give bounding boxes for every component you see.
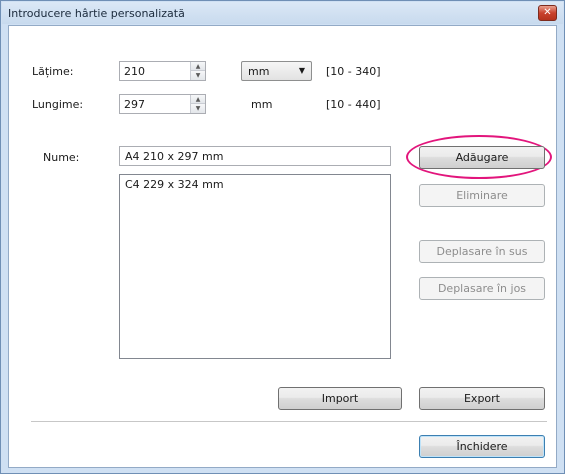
length-unit: mm: [251, 98, 273, 111]
spin-down-icon[interactable]: ▼: [191, 104, 205, 113]
add-button[interactable]: Adăugare: [419, 146, 545, 169]
remove-button[interactable]: Eliminare: [419, 184, 545, 207]
spin-down-icon[interactable]: ▼: [191, 71, 205, 80]
width-spinner[interactable]: 210 ▲ ▼: [119, 61, 206, 81]
move-up-button[interactable]: Deplasare în sus: [419, 240, 545, 263]
close-window-button[interactable]: ✕: [538, 5, 557, 21]
name-label: Nume:: [43, 151, 80, 164]
move-down-button[interactable]: Deplasare în jos: [419, 277, 545, 300]
unit-select[interactable]: mm ▼: [241, 61, 312, 81]
chevron-down-icon: ▼: [298, 66, 305, 75]
length-range: [10 - 440]: [326, 98, 381, 111]
footer-divider: [31, 421, 547, 423]
import-button[interactable]: Import: [278, 387, 402, 410]
custom-paper-dialog: Introducere hârtie personalizată ✕ Lățim…: [0, 0, 565, 474]
width-label: Lățime:: [32, 65, 74, 78]
length-spin-arrows[interactable]: ▲ ▼: [190, 95, 205, 113]
list-item[interactable]: C4 229 x 324 mm: [125, 178, 224, 191]
export-button[interactable]: Export: [419, 387, 545, 410]
close-button[interactable]: Închidere: [419, 435, 545, 458]
length-label: Lungime:: [32, 98, 84, 111]
length-value: 297: [124, 98, 145, 111]
spin-up-icon[interactable]: ▲: [191, 62, 205, 71]
length-spinner[interactable]: 297 ▲ ▼: [119, 94, 206, 114]
name-value: A4 210 x 297 mm: [125, 150, 224, 163]
dialog-title: Introducere hârtie personalizată: [8, 7, 185, 20]
close-icon: ✕: [543, 7, 552, 18]
title-bar: Introducere hârtie personalizată ✕: [2, 2, 563, 24]
width-value: 210: [124, 65, 145, 78]
spin-up-icon[interactable]: ▲: [191, 95, 205, 104]
paper-list[interactable]: C4 229 x 324 mm: [119, 174, 391, 359]
name-field[interactable]: A4 210 x 297 mm: [119, 146, 391, 166]
width-range: [10 - 340]: [326, 65, 381, 78]
unit-select-value: mm: [248, 65, 270, 78]
dialog-body: Lățime: 210 ▲ ▼ mm ▼ [10 - 340] Lungime:…: [8, 25, 557, 468]
width-spin-arrows[interactable]: ▲ ▼: [190, 62, 205, 80]
